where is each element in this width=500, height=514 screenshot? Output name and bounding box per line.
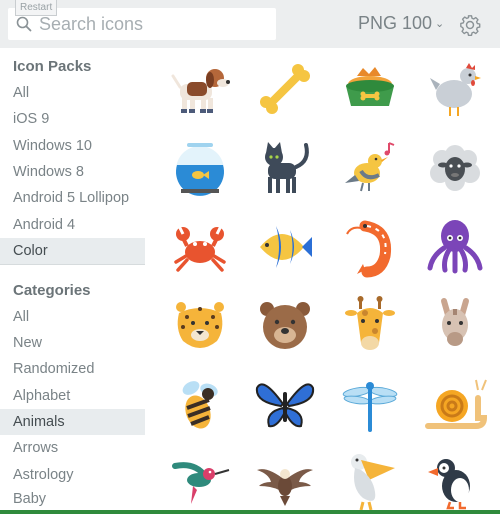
leopard-icon[interactable]	[165, 291, 235, 361]
search-icon	[16, 16, 32, 32]
sidebar-item-category[interactable]: Randomized	[0, 356, 145, 382]
gear-icon[interactable]	[459, 14, 481, 36]
sidebar-item-label: New	[13, 335, 43, 351]
sidebar-item-label: Animals	[13, 414, 65, 430]
format-dropdown[interactable]: PNG 100 ⌄	[358, 13, 444, 34]
icon-packs-heading: Icon Packs	[13, 58, 92, 75]
sidebar-item-label: Android 4	[13, 217, 76, 233]
sidebar-item-category[interactable]: All	[0, 304, 145, 330]
sidebar-item-category[interactable]: Alphabet	[0, 383, 145, 409]
sidebar-item-label: Baby	[13, 491, 47, 507]
dog-bowl-icon[interactable]	[335, 54, 405, 124]
sidebar-divider	[0, 264, 145, 265]
sidebar-item-label: Randomized	[13, 361, 95, 377]
cat-icon[interactable]	[250, 133, 320, 203]
sidebar-item-category[interactable]: Arrows	[0, 435, 145, 461]
crab-icon[interactable]	[165, 212, 235, 282]
sidebar-item-label: All	[13, 85, 30, 101]
dragonfly-icon[interactable]	[335, 370, 405, 440]
giraffe-icon[interactable]	[335, 291, 405, 361]
hummingbird-icon[interactable]	[165, 446, 235, 514]
bee-icon[interactable]	[165, 370, 235, 440]
search-input[interactable]	[39, 11, 269, 37]
tropical-fish-icon[interactable]	[250, 212, 320, 282]
singing-bird-icon[interactable]	[335, 133, 405, 203]
sidebar-item-pack[interactable]: Windows 10	[0, 133, 145, 159]
icon-grid	[145, 48, 500, 511]
format-label: PNG 100	[358, 13, 433, 33]
categories-heading: Categories	[13, 282, 91, 299]
sidebar-item-category-active[interactable]: Animals	[0, 409, 145, 435]
sidebar-item-label: Color	[13, 243, 48, 259]
butterfly-icon[interactable]	[250, 370, 320, 440]
eagle-icon[interactable]	[250, 446, 320, 514]
bear-icon[interactable]	[250, 291, 320, 361]
sidebar-item-pack[interactable]: Android 4	[0, 212, 145, 238]
snail-icon[interactable]	[420, 370, 490, 440]
llama-icon[interactable]	[420, 291, 490, 361]
sidebar-item-label: Astrology	[13, 467, 74, 483]
chicken-icon[interactable]	[420, 54, 490, 124]
sidebar-item-category[interactable]: Baby	[0, 486, 145, 512]
sidebar-item-label: Windows 10	[13, 138, 92, 154]
bone-icon[interactable]	[250, 54, 320, 124]
sidebar-item-label: Windows 8	[13, 164, 84, 180]
sidebar-item-pack[interactable]: All	[0, 80, 145, 106]
chevron-down-icon: ⌄	[435, 18, 445, 30]
sidebar-item-label: Alphabet	[13, 388, 71, 404]
pelican-icon[interactable]	[335, 446, 405, 514]
sidebar-item-category[interactable]: New	[0, 330, 145, 356]
sidebar-item-pack[interactable]: Android 5 Lollipop	[0, 185, 145, 211]
sidebar: Icon Packs All iOS 9 Windows 10 Windows …	[0, 48, 145, 514]
bottom-accent-bar	[0, 510, 500, 514]
top-bar: Restart PNG 100⌄	[0, 0, 500, 48]
sidebar-item-label: Arrows	[13, 440, 59, 456]
sidebar-item-label: All	[13, 309, 30, 325]
fish-bowl-icon[interactable]	[165, 133, 235, 203]
sidebar-item-pack-active[interactable]: Color	[0, 238, 145, 264]
sheep-icon[interactable]	[420, 133, 490, 203]
sidebar-item-pack[interactable]: iOS 9	[0, 106, 145, 132]
puffin-icon[interactable]	[420, 446, 490, 514]
restart-button[interactable]: Restart	[15, 0, 58, 16]
shrimp-icon[interactable]	[335, 212, 405, 282]
dog-icon[interactable]	[165, 54, 235, 124]
sidebar-item-pack[interactable]: Windows 8	[0, 159, 145, 185]
octopus-icon[interactable]	[420, 212, 490, 282]
sidebar-item-label: Android 5 Lollipop	[13, 190, 130, 206]
sidebar-item-category[interactable]: Astrology	[0, 462, 145, 488]
sidebar-item-label: iOS 9	[13, 111, 50, 127]
